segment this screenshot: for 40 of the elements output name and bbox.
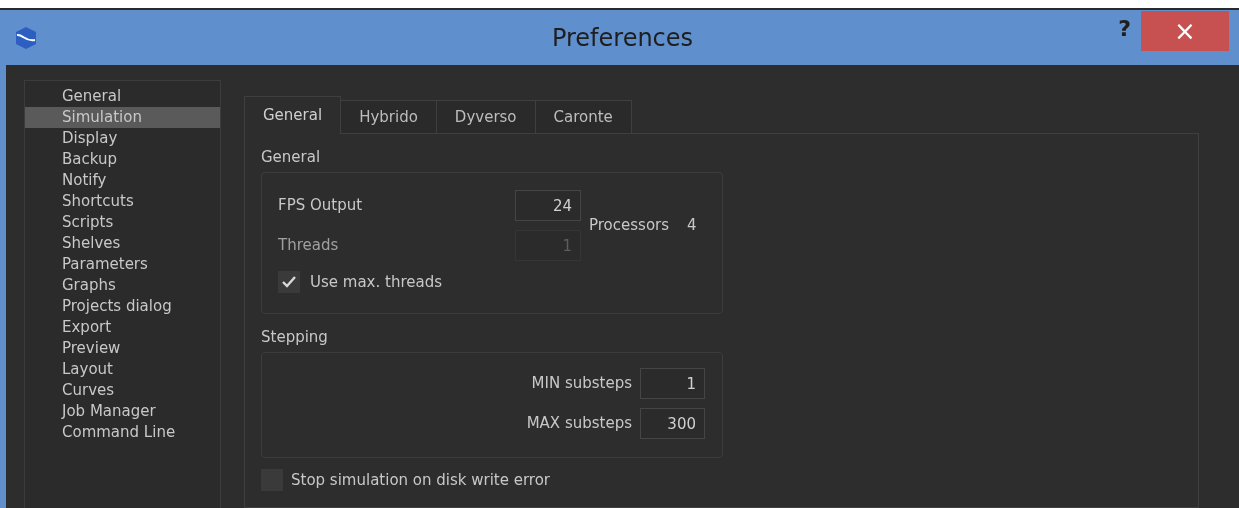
field-label: MIN substeps (531, 373, 632, 395)
category-item[interactable]: Job Manager (25, 401, 220, 422)
field-label: MAX substeps (526, 413, 632, 435)
window-title: Preferences (551, 22, 694, 54)
number-field[interactable]: 1 (640, 368, 705, 399)
close-button[interactable]: × (1141, 11, 1229, 51)
help-button[interactable]: ? (1118, 12, 1131, 45)
group-title: General (261, 147, 322, 166)
category-item[interactable]: Export (25, 317, 220, 338)
number-field[interactable]: 300 (640, 408, 705, 439)
group-title: Stepping (261, 327, 329, 346)
field-label: FPS Output (278, 195, 364, 217)
category-item[interactable]: Shortcuts (25, 191, 220, 212)
checkmark-icon (281, 275, 297, 290)
category-item[interactable]: Layout (25, 359, 220, 380)
category-item[interactable]: Simulation (25, 107, 220, 128)
category-item[interactable]: Notify (25, 170, 220, 191)
category-item[interactable]: Graphs (25, 275, 220, 296)
category-item[interactable]: Scripts (25, 212, 220, 233)
category-item[interactable]: Command Line (25, 422, 220, 443)
category-item[interactable]: Curves (25, 380, 220, 401)
processors-label: Processors (589, 215, 670, 237)
app-logo-icon (14, 25, 38, 50)
category-item[interactable]: Display (25, 128, 220, 149)
category-item[interactable]: Parameters (25, 254, 220, 275)
category-item[interactable]: General (25, 86, 220, 107)
tab[interactable]: Hybrido (340, 100, 437, 134)
checkbox-label: Use max. threads (310, 272, 442, 293)
category-item[interactable]: Backup (25, 149, 220, 170)
number-field[interactable]: 24 (515, 190, 581, 221)
category-item[interactable]: Shelves (25, 233, 220, 254)
field-label: Threads (278, 235, 340, 257)
tab[interactable]: Caronte (534, 100, 632, 134)
tab[interactable]: Dyverso (435, 100, 536, 134)
category-item[interactable]: Projects dialog (25, 296, 220, 317)
category-item[interactable]: Preview (25, 338, 220, 359)
checkbox-label: Stop simulation on disk write error (291, 470, 551, 491)
tab[interactable]: General (244, 96, 342, 134)
processors-value: 4 (687, 215, 697, 237)
checked-checkbox[interactable] (278, 271, 300, 294)
